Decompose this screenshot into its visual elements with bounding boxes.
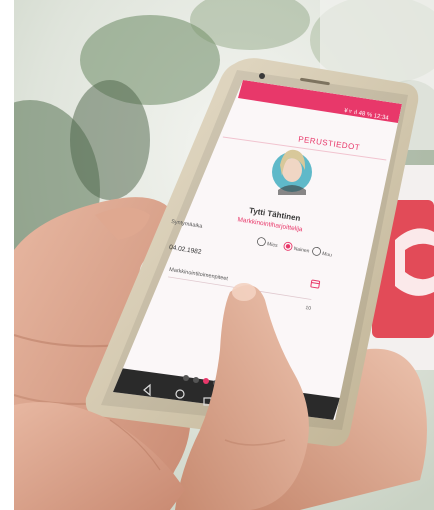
front-camera (259, 73, 265, 79)
pager-dot (193, 377, 199, 383)
thumbnail (232, 283, 256, 301)
pager-dot (183, 375, 189, 381)
left-margin (0, 0, 14, 510)
pager-dot-active (203, 378, 209, 384)
photo-scene: ¥ ▿ ıl 48 % 12:34 PERUSTIEDOT Tytti Täht… (0, 0, 434, 510)
photo-background: ¥ ▿ ıl 48 % 12:34 PERUSTIEDOT Tytti Täht… (0, 0, 434, 510)
